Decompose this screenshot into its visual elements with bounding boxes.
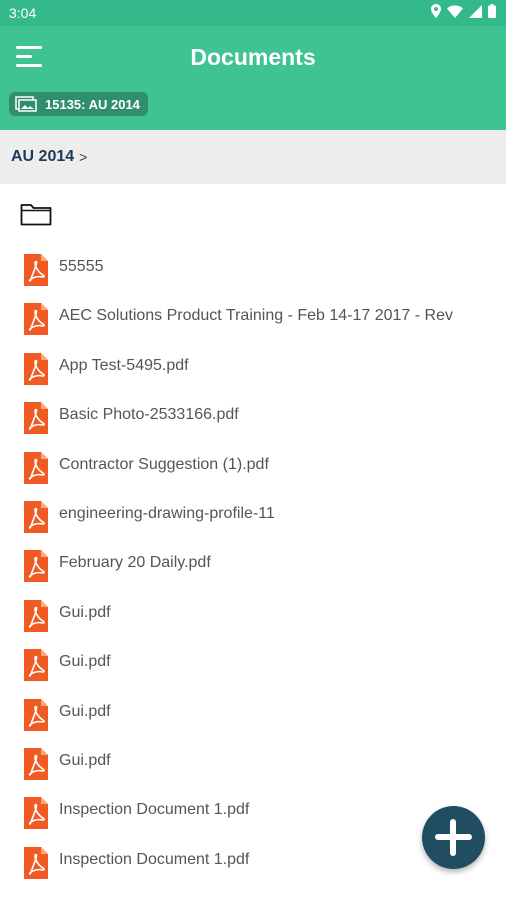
- pdf-file-icon: [24, 698, 48, 731]
- document-list: 55555 AEC Solutions Product Training - Fe…: [0, 184, 506, 886]
- file-row[interactable]: February 20 Daily.pdf: [0, 540, 506, 589]
- pdf-file-icon: [24, 550, 48, 583]
- file-row[interactable]: AEC Solutions Product Training - Feb 14-…: [0, 293, 506, 342]
- file-name: engineering-drawing-profile-11: [59, 504, 275, 522]
- file-row[interactable]: Contractor Suggestion (1).pdf: [0, 442, 506, 491]
- breadcrumb-separator[interactable]: >: [79, 149, 87, 165]
- wifi-icon: [447, 4, 463, 18]
- pdf-file-icon: [24, 649, 48, 682]
- app-bar: Documents 15135: AU 2014: [0, 26, 506, 130]
- breadcrumb[interactable]: AU 2014: [11, 148, 74, 166]
- signal-icon: [469, 4, 482, 18]
- file-row[interactable]: Gui.pdf: [0, 689, 506, 738]
- pdf-file-icon: [24, 797, 48, 830]
- file-row[interactable]: Gui.pdf: [0, 639, 506, 688]
- file-row[interactable]: Basic Photo-2533166.pdf: [0, 392, 506, 441]
- breadcrumb-bar: AU 2014 >: [0, 130, 506, 184]
- file-name: Gui.pdf: [59, 751, 111, 769]
- plus-icon: [450, 819, 456, 856]
- file-row[interactable]: Gui.pdf: [0, 590, 506, 639]
- add-document-button[interactable]: [422, 806, 485, 869]
- file-row[interactable]: 55555: [0, 244, 506, 293]
- pdf-file-icon: [24, 451, 48, 484]
- battery-icon: [488, 4, 496, 18]
- file-name: Basic Photo-2533166.pdf: [59, 406, 239, 424]
- pdf-file-icon: [24, 303, 48, 336]
- project-image-icon: [15, 96, 37, 112]
- pdf-file-icon: [24, 846, 48, 879]
- status-time: 3:04: [9, 5, 37, 21]
- file-name: Contractor Suggestion (1).pdf: [59, 455, 269, 473]
- file-row[interactable]: App Test-5495.pdf: [0, 343, 506, 392]
- parent-folder-row[interactable]: [0, 184, 506, 244]
- file-name: Inspection Document 1.pdf: [59, 801, 250, 819]
- project-chip-label: 15135: AU 2014: [45, 96, 140, 112]
- pdf-file-icon: [24, 352, 48, 385]
- file-name: February 20 Daily.pdf: [59, 554, 211, 572]
- file-name: 55555: [59, 258, 104, 275]
- file-name: App Test-5495.pdf: [59, 356, 189, 374]
- file-row[interactable]: engineering-drawing-profile-11: [0, 491, 506, 540]
- file-name: Gui.pdf: [59, 603, 111, 621]
- file-name: Gui.pdf: [59, 653, 111, 671]
- folder-icon: [20, 204, 52, 226]
- pdf-file-icon: [24, 500, 48, 533]
- pdf-file-icon: [24, 254, 48, 286]
- pdf-file-icon: [24, 599, 48, 632]
- file-name: AEC Solutions Product Training - Feb 14-…: [59, 307, 453, 325]
- pdf-file-icon: [24, 747, 48, 780]
- file-row[interactable]: Gui.pdf: [0, 738, 506, 787]
- project-chip[interactable]: 15135: AU 2014: [9, 92, 148, 116]
- file-name: Gui.pdf: [59, 702, 111, 720]
- location-icon: [431, 4, 441, 18]
- status-bar: 3:04: [0, 0, 506, 26]
- status-icons: [431, 4, 496, 18]
- pdf-file-icon: [24, 402, 48, 435]
- page-title: Documents: [190, 44, 316, 70]
